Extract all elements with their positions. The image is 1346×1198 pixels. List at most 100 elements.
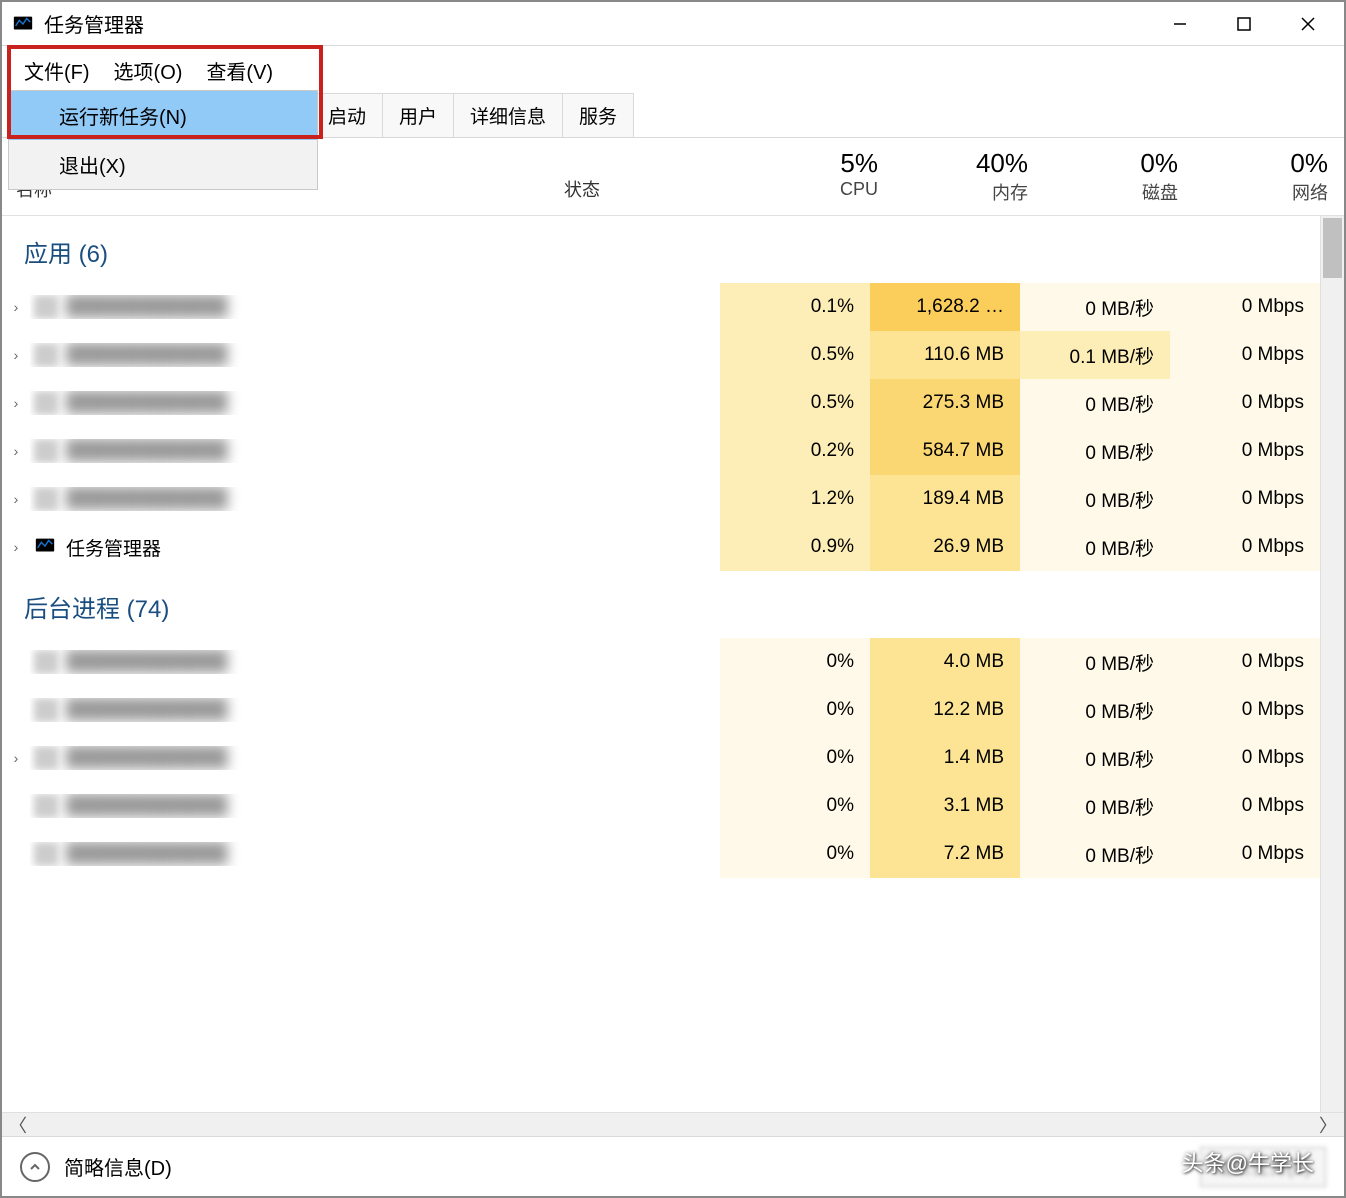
memory-cell: 584.7 MB: [870, 427, 1020, 475]
header-status[interactable]: 状态: [564, 148, 744, 205]
network-cell: 0 Mbps: [1170, 475, 1320, 523]
fewer-details-label[interactable]: 简略信息(D): [64, 1152, 172, 1181]
memory-cell: 26.9 MB: [870, 523, 1020, 571]
header-net-pct: 0%: [1194, 148, 1328, 179]
process-name: ████████████: [30, 439, 660, 463]
expand-icon[interactable]: ›: [2, 539, 30, 555]
process-name: ████████████: [30, 343, 660, 367]
disk-cell: 0 MB/秒: [1020, 283, 1170, 331]
network-cell: 0 Mbps: [1170, 523, 1320, 571]
disk-cell: 0 MB/秒: [1020, 734, 1170, 782]
header-cpu[interactable]: 5% CPU: [744, 148, 894, 205]
process-name: ████████████: [30, 295, 660, 319]
fewer-details-icon[interactable]: [20, 1152, 50, 1182]
header-status-label: 状态: [564, 176, 744, 202]
menu-item-exit[interactable]: 退出(X): [9, 140, 317, 189]
task-manager-window: 任务管理器 文件(F) 选项(O) 查看(V) 启动 用户 详细信息 服务: [0, 0, 1346, 1198]
process-name: ████████████: [30, 794, 660, 818]
network-cell: 0 Mbps: [1170, 830, 1320, 878]
window-title: 任务管理器: [44, 9, 1148, 38]
group-apps: 应用 (6): [2, 216, 1320, 283]
tab-startup[interactable]: 启动: [311, 93, 383, 137]
process-list[interactable]: 应用 (6) ›████████████0.1%1,628.2 …0 MB/秒0…: [2, 216, 1320, 1112]
cpu-cell: 0%: [720, 734, 870, 782]
scroll-left-icon[interactable]: 〈: [8, 1112, 28, 1138]
process-name-label: ████████████: [66, 488, 228, 510]
file-menu-dropdown: 运行新任务(N) 退出(X): [8, 90, 318, 190]
process-row[interactable]: ████████████0%7.2 MB0 MB/秒0 Mbps: [2, 830, 1320, 878]
process-row[interactable]: ████████████0%4.0 MB0 MB/秒0 Mbps: [2, 638, 1320, 686]
header-disk-label: 磁盘: [1044, 179, 1178, 205]
cpu-cell: 0.2%: [720, 427, 870, 475]
cpu-cell: 0%: [720, 782, 870, 830]
cpu-cell: 0%: [720, 686, 870, 734]
process-icon: [34, 698, 58, 722]
process-icon: [34, 439, 58, 463]
process-name: ████████████: [30, 698, 660, 722]
process-name: ████████████: [30, 391, 660, 415]
process-row[interactable]: ›任务管理器0.9%26.9 MB0 MB/秒0 Mbps: [2, 523, 1320, 571]
header-cpu-pct: 5%: [744, 148, 878, 179]
close-button[interactable]: [1276, 2, 1340, 46]
process-row[interactable]: ›████████████0%1.4 MB0 MB/秒0 Mbps: [2, 734, 1320, 782]
titlebar: 任务管理器: [2, 2, 1344, 46]
header-disk[interactable]: 0% 磁盘: [1044, 148, 1194, 205]
process-row[interactable]: ████████████0%12.2 MB0 MB/秒0 Mbps: [2, 686, 1320, 734]
expand-icon[interactable]: ›: [2, 299, 30, 315]
network-cell: 0 Mbps: [1170, 638, 1320, 686]
menu-options[interactable]: 选项(O): [102, 52, 195, 89]
process-name: 任务管理器: [30, 534, 660, 561]
process-row[interactable]: ›████████████0.2%584.7 MB0 MB/秒0 Mbps: [2, 427, 1320, 475]
menu-item-run-new-task[interactable]: 运行新任务(N): [9, 91, 317, 140]
process-area: 应用 (6) ›████████████0.1%1,628.2 …0 MB/秒0…: [2, 216, 1344, 1112]
minimize-button[interactable]: [1148, 2, 1212, 46]
memory-cell: 3.1 MB: [870, 782, 1020, 830]
process-row[interactable]: ›████████████0.5%110.6 MB0.1 MB/秒0 Mbps: [2, 331, 1320, 379]
process-row[interactable]: ›████████████0.1%1,628.2 …0 MB/秒0 Mbps: [2, 283, 1320, 331]
expand-icon[interactable]: ›: [2, 443, 30, 459]
disk-cell: 0 MB/秒: [1020, 782, 1170, 830]
tab-services[interactable]: 服务: [562, 93, 634, 137]
process-name-label: ████████████: [66, 344, 228, 366]
process-name-label: ████████████: [66, 747, 228, 769]
process-row[interactable]: ›████████████1.2%189.4 MB0 MB/秒0 Mbps: [2, 475, 1320, 523]
process-icon: [34, 391, 58, 415]
expand-icon[interactable]: ›: [2, 491, 30, 507]
process-name: ████████████: [30, 487, 660, 511]
header-mem-pct: 40%: [894, 148, 1028, 179]
horizontal-scrollbar[interactable]: 〈 〉: [2, 1112, 1344, 1136]
process-row[interactable]: ████████████0%3.1 MB0 MB/秒0 Mbps: [2, 782, 1320, 830]
disk-cell: 0 MB/秒: [1020, 523, 1170, 571]
header-mem-label: 内存: [894, 179, 1028, 205]
network-cell: 0 Mbps: [1170, 379, 1320, 427]
tab-users[interactable]: 用户: [382, 93, 454, 137]
disk-cell: 0 MB/秒: [1020, 638, 1170, 686]
cpu-cell: 0%: [720, 830, 870, 878]
maximize-button[interactable]: [1212, 2, 1276, 46]
header-network[interactable]: 0% 网络: [1194, 148, 1344, 205]
process-name-label: ████████████: [66, 296, 228, 318]
process-icon: [34, 794, 58, 818]
app-icon: [12, 13, 34, 35]
process-name-label: ████████████: [66, 843, 228, 865]
cpu-cell: 0.5%: [720, 331, 870, 379]
header-memory[interactable]: 40% 内存: [894, 148, 1044, 205]
end-task-button[interactable]: 结束任务(E): [1200, 1147, 1326, 1187]
menu-view[interactable]: 查看(V): [194, 52, 285, 89]
process-name-label: ████████████: [66, 392, 228, 414]
process-row[interactable]: ›████████████0.5%275.3 MB0 MB/秒0 Mbps: [2, 379, 1320, 427]
scrollbar-thumb[interactable]: [1323, 218, 1342, 278]
process-name: ████████████: [30, 650, 660, 674]
disk-cell: 0 MB/秒: [1020, 427, 1170, 475]
vertical-scrollbar[interactable]: [1320, 216, 1344, 1112]
process-icon: [34, 746, 58, 770]
expand-icon[interactable]: ›: [2, 395, 30, 411]
expand-icon[interactable]: ›: [2, 347, 30, 363]
expand-icon[interactable]: ›: [2, 750, 30, 766]
process-name: ████████████: [30, 746, 660, 770]
disk-cell: 0 MB/秒: [1020, 379, 1170, 427]
tab-details[interactable]: 详细信息: [453, 93, 563, 137]
process-icon: [34, 535, 58, 559]
scroll-right-icon[interactable]: 〉: [1318, 1112, 1338, 1138]
menu-file[interactable]: 文件(F): [12, 52, 102, 89]
